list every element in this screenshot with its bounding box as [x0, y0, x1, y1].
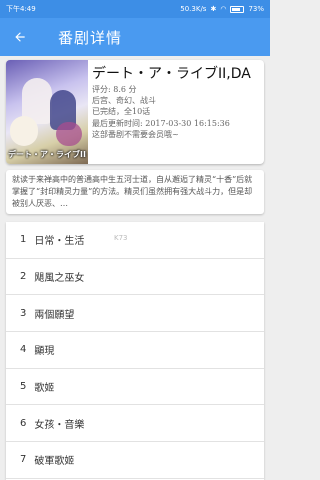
episode-title: 顯現 [34, 346, 55, 358]
network-speed: 50.3K/s [180, 5, 207, 13]
anime-updated: 最后更新时间: 2017-03-30 16:15:36 [92, 118, 230, 128]
anime-rating: 评分: 8.6 分 [92, 85, 137, 94]
anime-title: デート・ア・ライブII,DA [92, 66, 251, 82]
bluetooth-icon: ✱ [210, 5, 217, 13]
episode-item[interactable]: 1 日常・生活 [6, 222, 264, 259]
episode-item[interactable]: 3 兩個願望 [6, 295, 264, 333]
back-button[interactable] [0, 18, 40, 56]
anime-tags: 后宫、奇幻、战斗 [92, 96, 156, 106]
battery-percent: 73% [248, 5, 264, 13]
episode-item[interactable]: 4 顯現 [6, 332, 264, 369]
episode-title: 破軍歌姬 [34, 456, 75, 468]
episode-title: 兩個願望 [34, 309, 75, 321]
episode-title: 飓風之巫女 [34, 273, 85, 285]
app-bar: 番剧详情 [0, 18, 270, 56]
synopsis-card[interactable]: 就读于来禅高中的普通高中生五河士道，自从邂逅了精灵“十香”后就掌握了“封印精灵力… [6, 170, 264, 214]
anime-status: 已完结，全10话 [92, 107, 151, 117]
arrow-left-icon [15, 32, 25, 42]
status-indicators: 50.3K/s ✱ ◠ 73% [180, 5, 264, 13]
battery-icon [230, 5, 245, 13]
status-time: 下午4:49 [6, 5, 36, 13]
episode-title: 日常・生活 [34, 236, 85, 248]
episode-list: 1 日常・生活 2 飓風之巫女 3 兩個願望 4 顯現 5 歌姬 6 女孩・音樂 7 破軍歌姬 [6, 222, 264, 480]
member-note: 这部番剧不需要会员哦~ [92, 129, 179, 139]
cover-image[interactable]: デート・ア・ライブII [6, 60, 88, 164]
page-title: 番剧详情 [58, 28, 123, 47]
episode-title: 歌姬 [34, 383, 55, 395]
episode-item[interactable]: 6 女孩・音樂 [6, 405, 264, 443]
watermark: K73 [114, 234, 128, 242]
episode-item[interactable]: 2 飓風之巫女 [6, 259, 264, 296]
synopsis-text: 就读于来禅高中的普通高中生五河士道，自从邂逅了精灵“十香”后就掌握了“封印精灵力… [12, 175, 253, 208]
wifi-icon: ◠ [220, 5, 227, 13]
episode-title: 女孩・音樂 [34, 419, 85, 431]
anime-info-card: デート・ア・ライブII デート・ア・ライブII,DA 评分: 8.6 分 后宫、… [6, 60, 264, 164]
status-bar: 下午4:49 50.3K/s ✱ ◠ 73% [0, 0, 270, 18]
cover-logo: デート・ア・ライブII [8, 150, 86, 159]
episode-item[interactable]: 5 歌姬 [6, 369, 264, 406]
anime-details: デート・ア・ライブII,DA 评分: 8.6 分 后宫、奇幻、战斗 已完结，全1… [92, 64, 262, 140]
episode-item[interactable]: 7 破軍歌姬 [6, 442, 264, 479]
